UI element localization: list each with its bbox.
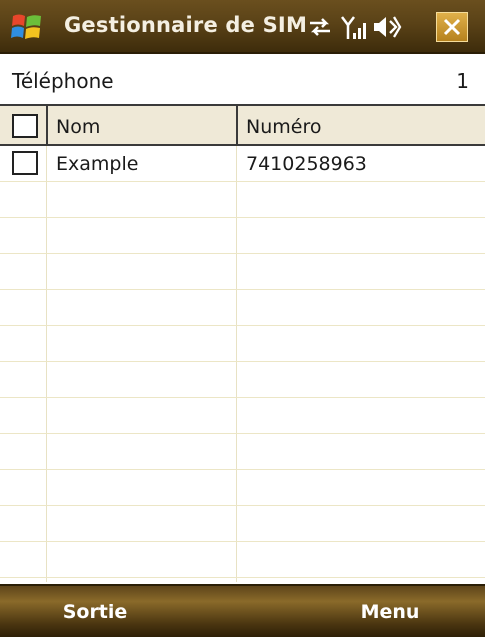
title-bar: Gestionnaire de SIM [0, 0, 485, 54]
select-all-checkbox[interactable] [12, 114, 38, 138]
empty-row [0, 542, 485, 578]
menu-softkey[interactable]: Menu [295, 586, 485, 637]
contact-count: 1 [456, 69, 469, 93]
row-checkbox[interactable] [12, 151, 38, 175]
column-divider [236, 106, 238, 146]
window-title: Gestionnaire de SIM [64, 13, 308, 37]
empty-row [0, 254, 485, 290]
empty-row [0, 326, 485, 362]
empty-row [0, 218, 485, 254]
close-button[interactable] [436, 12, 468, 42]
signal-strength-icon[interactable] [340, 15, 368, 41]
softkey-bar: Sortie Menu [0, 584, 485, 637]
windows-start-icon[interactable] [10, 11, 44, 43]
empty-row [0, 398, 485, 434]
exit-softkey[interactable]: Sortie [0, 586, 190, 637]
storage-header: Téléphone 1 [0, 56, 485, 102]
close-icon [443, 18, 461, 36]
contact-name: Example [56, 153, 139, 175]
column-divider [46, 106, 48, 146]
column-header-name[interactable]: Nom [56, 116, 100, 138]
sim-manager-screen: Gestionnaire de SIM Téléphone 1 Nom Numé… [0, 0, 485, 637]
empty-row [0, 362, 485, 398]
contact-list: Example 7410258963 [0, 146, 485, 582]
contact-number: 7410258963 [246, 153, 367, 175]
empty-row [0, 290, 485, 326]
data-connection-icon[interactable] [306, 15, 334, 39]
volume-icon[interactable] [372, 15, 402, 39]
storage-label: Téléphone [12, 69, 114, 93]
table-row[interactable]: Example 7410258963 [0, 146, 485, 182]
empty-row [0, 470, 485, 506]
table-header: Nom Numéro [0, 104, 485, 146]
empty-row [0, 506, 485, 542]
column-header-number[interactable]: Numéro [246, 116, 321, 138]
empty-row [0, 434, 485, 470]
empty-row [0, 182, 485, 218]
